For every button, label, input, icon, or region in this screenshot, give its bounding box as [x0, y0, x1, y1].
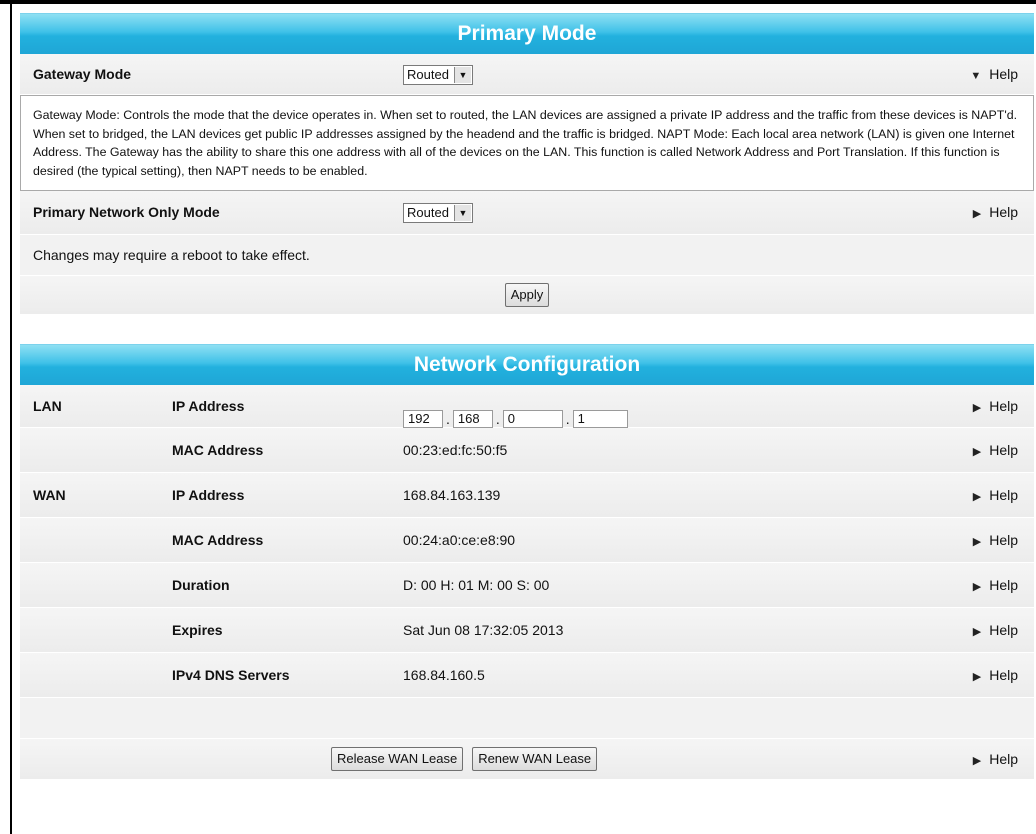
lan-mac-value: 00:23:ed:fc:50:f5: [403, 442, 508, 458]
wan-ip-row: WAN IP Address 168.84.163.139 ▶ Help: [20, 473, 1034, 518]
help-link-text: Help: [989, 622, 1018, 638]
lan-label: LAN: [33, 398, 62, 414]
dns-value: 168.84.160.5: [403, 667, 485, 683]
expires-row: Expires Sat Jun 08 17:32:05 2013 ▶ Help: [20, 608, 1034, 653]
primary-network-only-row: Primary Network Only Mode Routed ▼ ▶ Help: [20, 191, 1034, 235]
gateway-mode-row: Gateway Mode Routed ▼ ▼ Help: [20, 54, 1034, 95]
wan-ip-help[interactable]: ▶ Help: [973, 473, 1018, 519]
triangle-right-icon: ▶: [972, 491, 982, 503]
wan-ip-label: IP Address: [172, 487, 245, 503]
primary-network-only-help-toggle[interactable]: ▶ Help: [973, 191, 1018, 236]
triangle-right-icon: ▶: [972, 626, 982, 638]
gateway-mode-label: Gateway Mode: [33, 66, 132, 82]
dns-label: IPv4 DNS Servers: [172, 667, 290, 683]
window-frame-left: [10, 4, 12, 834]
gateway-mode-select[interactable]: Routed ▼: [403, 65, 473, 85]
wan-mac-value: 00:24:a0:ce:e8:90: [403, 532, 516, 548]
triangle-right-icon: ▶: [972, 208, 982, 220]
wan-label: WAN: [33, 487, 66, 503]
triangle-right-icon: ▶: [972, 446, 982, 458]
lan-ip-row: LAN IP Address 192 . 168 . 0 . 1 ▶ Help: [20, 385, 1034, 428]
lan-ip-octet-4[interactable]: 1: [572, 410, 628, 428]
lan-ip-help[interactable]: ▶ Help: [973, 385, 1018, 429]
duration-row: Duration D: 00 H: 01 M: 00 S: 00 ▶ Help: [20, 563, 1034, 608]
lan-ip-octet-2[interactable]: 168: [452, 410, 493, 428]
wan-mac-row: MAC Address 00:24:a0:ce:e8:90 ▶ Help: [20, 518, 1034, 563]
lan-mac-help[interactable]: ▶ Help: [973, 428, 1018, 474]
apply-row: Apply: [20, 276, 1034, 315]
lan-mac-label: MAC Address: [172, 442, 264, 458]
help-link-text: Help: [989, 487, 1018, 503]
primary-network-only-label: Primary Network Only Mode: [33, 204, 220, 220]
release-wan-lease-button[interactable]: Release WAN Lease: [331, 747, 464, 771]
gateway-mode-help-text: Gateway Mode: Controls the mode that the…: [20, 95, 1034, 191]
lan-ip-octet-3[interactable]: 0: [502, 410, 563, 428]
lan-mac-row: MAC Address 00:23:ed:fc:50:f5 ▶ Help: [20, 428, 1034, 473]
empty-row: [20, 698, 1034, 739]
help-link-text: Help: [989, 667, 1018, 683]
dns-help[interactable]: ▶ Help: [973, 653, 1018, 699]
triangle-right-icon: ▶: [972, 536, 982, 548]
triangle-right-icon: ▶: [972, 671, 982, 683]
main-content: Primary Mode Gateway Mode Routed ▼ ▼ Help…: [20, 13, 1034, 780]
help-link-text: Help: [989, 751, 1018, 767]
help-link-text: Help: [989, 204, 1018, 220]
primary-network-only-select[interactable]: Routed ▼: [403, 203, 473, 223]
expires-help[interactable]: ▶ Help: [973, 608, 1018, 654]
triangle-right-icon: ▶: [972, 402, 982, 414]
renew-wan-lease-button[interactable]: Renew WAN Lease: [472, 747, 598, 771]
help-link-text: Help: [989, 398, 1018, 414]
triangle-down-icon: ▼: [970, 70, 982, 82]
triangle-right-icon: ▶: [972, 755, 982, 767]
dropdown-arrow-icon[interactable]: ▼: [453, 205, 471, 221]
wan-mac-label: MAC Address: [172, 532, 264, 548]
duration-label: Duration: [172, 577, 230, 593]
expires-label: Expires: [172, 622, 223, 638]
wan-mac-help[interactable]: ▶ Help: [973, 518, 1018, 564]
network-config-header: Network Configuration: [20, 344, 1034, 385]
window-frame-top: [0, 0, 1036, 4]
triangle-right-icon: ▶: [972, 581, 982, 593]
gateway-mode-help-toggle[interactable]: ▼ Help: [970, 54, 1018, 96]
apply-button[interactable]: Apply: [504, 283, 550, 307]
duration-value: D: 00 H: 01 M: 00 S: 00: [403, 577, 550, 593]
wan-lease-buttons: Release WAN Lease Renew WAN Lease: [331, 747, 598, 771]
primary-mode-header: Primary Mode: [20, 13, 1034, 54]
gateway-mode-selected: Routed: [407, 67, 449, 82]
dropdown-arrow-icon[interactable]: ▼: [453, 67, 471, 83]
dns-row: IPv4 DNS Servers 168.84.160.5 ▶ Help: [20, 653, 1034, 698]
lan-ip-octet-1[interactable]: 192: [403, 410, 443, 428]
lan-ip-label: IP Address: [172, 398, 245, 414]
help-link-text: Help: [989, 532, 1018, 548]
wan-lease-row: Release WAN Lease Renew WAN Lease ▶ Help: [20, 739, 1034, 780]
reboot-note: Changes may require a reboot to take eff…: [33, 247, 310, 263]
help-link-text: Help: [989, 577, 1018, 593]
duration-help[interactable]: ▶ Help: [973, 563, 1018, 609]
expires-value: Sat Jun 08 17:32:05 2013: [403, 622, 564, 638]
reboot-note-row: Changes may require a reboot to take eff…: [20, 235, 1034, 276]
help-link-text: Help: [989, 66, 1018, 82]
help-link-text: Help: [989, 442, 1018, 458]
wan-ip-value: 168.84.163.139: [403, 487, 501, 503]
primary-network-only-selected: Routed: [407, 205, 449, 220]
wan-lease-help[interactable]: ▶ Help: [973, 739, 1018, 781]
